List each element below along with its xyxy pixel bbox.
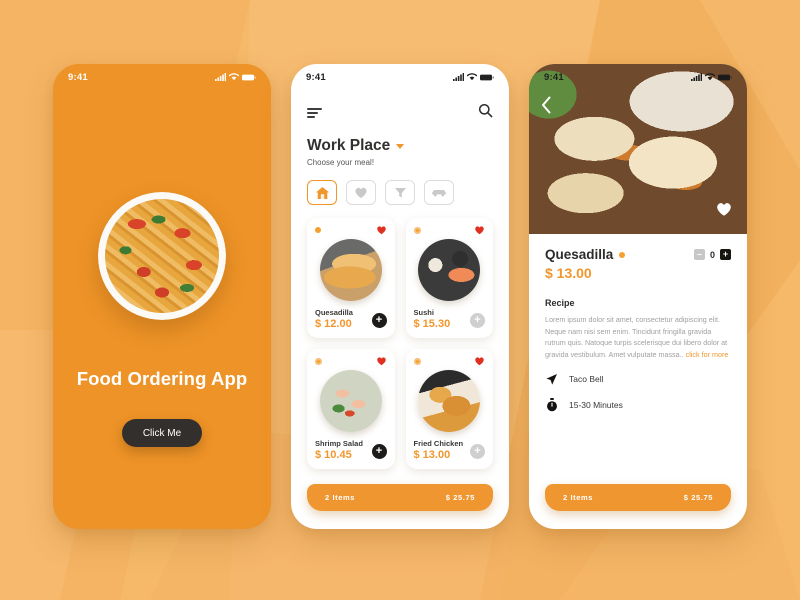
favorite-heart-icon[interactable] bbox=[376, 356, 387, 366]
app-title: Food Ordering App bbox=[76, 368, 248, 389]
category-favorites-button[interactable] bbox=[346, 180, 376, 205]
menu-list-screen: 9:41 Work Place Choose your meal! Quesad… bbox=[291, 64, 509, 529]
food-card[interactable]: Quesadilla $ 12.00 + bbox=[307, 218, 395, 338]
quantity-value: 0 bbox=[709, 249, 715, 260]
home-icon bbox=[315, 186, 329, 199]
battery-icon bbox=[480, 74, 494, 80]
product-detail-screen: 9:41 Quesadilla – 0 + $ 13.00 Recipe Lor… bbox=[529, 64, 747, 529]
cart-total: $ 25.75 bbox=[683, 493, 713, 502]
restaurant-name: Taco Bell bbox=[569, 374, 604, 385]
quesadilla-hero-image: 9:41 bbox=[529, 64, 747, 234]
place-selector[interactable]: Work Place bbox=[307, 137, 493, 155]
add-to-cart-button[interactable]: + bbox=[371, 444, 387, 459]
place-name: Work Place bbox=[307, 137, 391, 154]
delivery-time-row: 15-30 Minutes bbox=[545, 397, 731, 412]
status-bar-icons bbox=[453, 73, 494, 81]
shrimp-salad-thumb bbox=[319, 370, 382, 432]
category-filter-button[interactable] bbox=[385, 180, 415, 205]
cart-total: $ 25.75 bbox=[445, 493, 475, 502]
signal-icon bbox=[453, 73, 464, 81]
add-to-cart-button[interactable]: + bbox=[371, 313, 387, 328]
product-title: Quesadilla bbox=[545, 247, 614, 262]
favorite-heart-icon[interactable] bbox=[376, 225, 387, 235]
food-card[interactable]: Shrimp Salad $ 10.45 + bbox=[307, 349, 395, 469]
sushi-thumb bbox=[418, 239, 481, 301]
status-bar-icons bbox=[215, 73, 256, 81]
product-price: $ 13.00 bbox=[545, 265, 592, 281]
food-card[interactable]: Sushi $ 15.30 + bbox=[405, 218, 493, 338]
wifi-icon bbox=[229, 73, 239, 81]
category-home-button[interactable] bbox=[307, 180, 337, 205]
delivery-time: 15-30 Minutes bbox=[569, 399, 623, 410]
chevron-down-icon[interactable] bbox=[396, 143, 405, 149]
search-icon[interactable] bbox=[478, 103, 493, 123]
filter-icon bbox=[394, 188, 406, 198]
cart-items-count: 2 Items bbox=[325, 493, 356, 502]
stopwatch-icon bbox=[545, 397, 558, 412]
food-card-grid: Quesadilla $ 12.00 + Sushi $ 15.30 + Shr… bbox=[307, 218, 493, 469]
favorite-heart-icon[interactable] bbox=[474, 356, 485, 366]
add-to-cart-button[interactable]: + bbox=[470, 444, 485, 459]
battery-icon bbox=[718, 74, 732, 80]
wifi-icon bbox=[705, 73, 715, 81]
back-chevron-icon[interactable] bbox=[541, 96, 552, 119]
orange-dot-icon bbox=[619, 251, 626, 258]
signal-icon bbox=[215, 73, 226, 81]
pasta-bowl-image bbox=[98, 192, 226, 320]
restaurant-row: Taco Bell bbox=[545, 373, 731, 386]
cart-summary-bar[interactable]: 2 Items $ 25.75 bbox=[307, 484, 493, 511]
add-to-cart-button[interactable]: + bbox=[470, 313, 485, 328]
recipe-heading: Recipe bbox=[545, 298, 575, 308]
status-dot bbox=[315, 227, 321, 233]
heart-icon bbox=[355, 187, 367, 198]
quantity-decrease-button[interactable]: – bbox=[693, 249, 705, 260]
signal-icon bbox=[691, 73, 702, 81]
fried-chicken-thumb bbox=[418, 370, 481, 432]
status-bar-time: 9:41 bbox=[306, 71, 326, 83]
status-bar: 9:41 bbox=[291, 64, 509, 90]
favorite-heart-icon[interactable] bbox=[474, 225, 485, 235]
wifi-icon bbox=[467, 73, 477, 81]
status-bar: 9:41 bbox=[529, 64, 747, 90]
status-bar: 9:41 bbox=[53, 64, 271, 90]
list-top-bar bbox=[307, 98, 493, 128]
quesadilla-thumb bbox=[319, 239, 382, 301]
quantity-increase-button[interactable]: + bbox=[720, 249, 731, 260]
cart-summary-bar[interactable]: 2 Items $ 25.75 bbox=[545, 484, 731, 511]
battery-icon bbox=[242, 74, 256, 80]
category-filters bbox=[307, 180, 493, 205]
cart-items-count: 2 Items bbox=[563, 493, 594, 502]
click-me-button[interactable]: Click Me bbox=[122, 419, 202, 447]
status-dot bbox=[413, 226, 421, 234]
status-bar-time: 9:41 bbox=[544, 71, 564, 83]
status-bar-time: 9:41 bbox=[68, 71, 88, 83]
splash-screen: 9:41 Food Ordering App Click Me bbox=[53, 64, 271, 529]
recipe-description: Lorem ipsum dolor sit amet, consectetur … bbox=[545, 314, 731, 361]
car-icon bbox=[432, 190, 446, 197]
click-for-more-link[interactable]: click for more bbox=[686, 350, 729, 359]
favorite-heart-icon[interactable] bbox=[715, 201, 733, 222]
quantity-stepper[interactable]: – 0 + bbox=[693, 249, 731, 260]
list-subtitle: Choose your meal! bbox=[307, 158, 375, 167]
food-card[interactable]: Fried Chicken $ 13.00 + bbox=[405, 349, 493, 469]
category-delivery-button[interactable] bbox=[424, 180, 454, 205]
navigation-arrow-icon bbox=[545, 373, 558, 386]
status-dot bbox=[413, 357, 421, 365]
hamburger-menu-icon[interactable] bbox=[307, 108, 322, 118]
status-dot bbox=[315, 357, 322, 365]
status-bar-icons bbox=[691, 73, 732, 81]
